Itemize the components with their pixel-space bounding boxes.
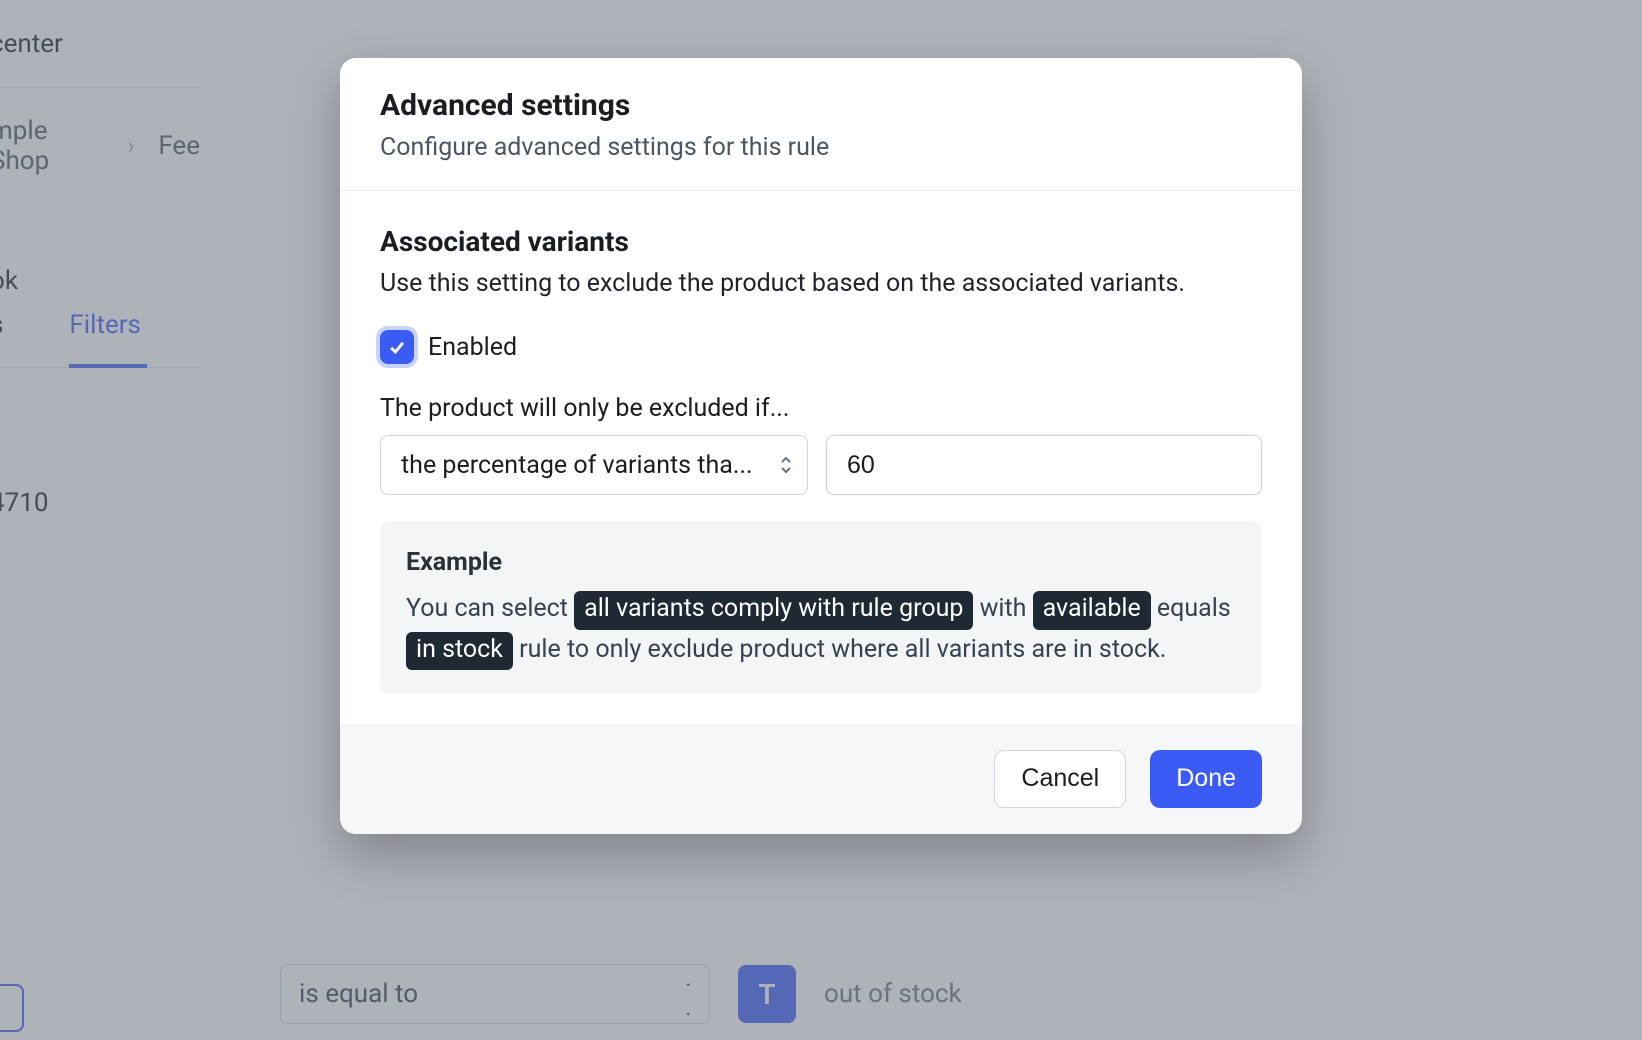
done-button[interactable]: Done — [1150, 750, 1262, 808]
enabled-label: Enabled — [428, 333, 517, 362]
modal-footer: Cancel Done — [340, 724, 1302, 834]
section-description: Use this setting to exclude the product … — [380, 266, 1262, 302]
advanced-settings-modal: Advanced settings Configure advanced set… — [340, 58, 1302, 834]
section-title: Associated variants — [380, 225, 1262, 258]
example-title: Example — [406, 543, 1236, 583]
modal-title: Advanced settings — [380, 88, 1262, 123]
example-card: Example You can select all variants comp… — [380, 521, 1262, 694]
select-chevrons-icon — [779, 455, 793, 475]
example-chip: all variants comply with rule group — [574, 591, 973, 629]
modal-body: Associated variants Use this setting to … — [340, 191, 1302, 724]
modal-backdrop[interactable]: Advanced settings Configure advanced set… — [0, 0, 1642, 1040]
select-label: the percentage of variants tha... — [401, 451, 753, 480]
example-body: You can select all variants comply with … — [406, 589, 1236, 670]
condition-controls: the percentage of variants tha... — [380, 435, 1262, 495]
condition-value-input[interactable] — [826, 435, 1262, 495]
cancel-button[interactable]: Cancel — [994, 750, 1126, 808]
example-chip: available — [1033, 591, 1151, 629]
example-chip: in stock — [406, 632, 513, 670]
check-icon — [387, 337, 407, 357]
modal-subtitle: Configure advanced settings for this rul… — [380, 133, 1262, 162]
condition-type-select[interactable]: the percentage of variants tha... — [380, 435, 808, 495]
modal-header: Advanced settings Configure advanced set… — [340, 58, 1302, 191]
enabled-checkbox[interactable] — [380, 330, 414, 364]
enabled-row: Enabled — [380, 330, 1262, 364]
condition-prompt: The product will only be excluded if... — [380, 394, 1262, 423]
